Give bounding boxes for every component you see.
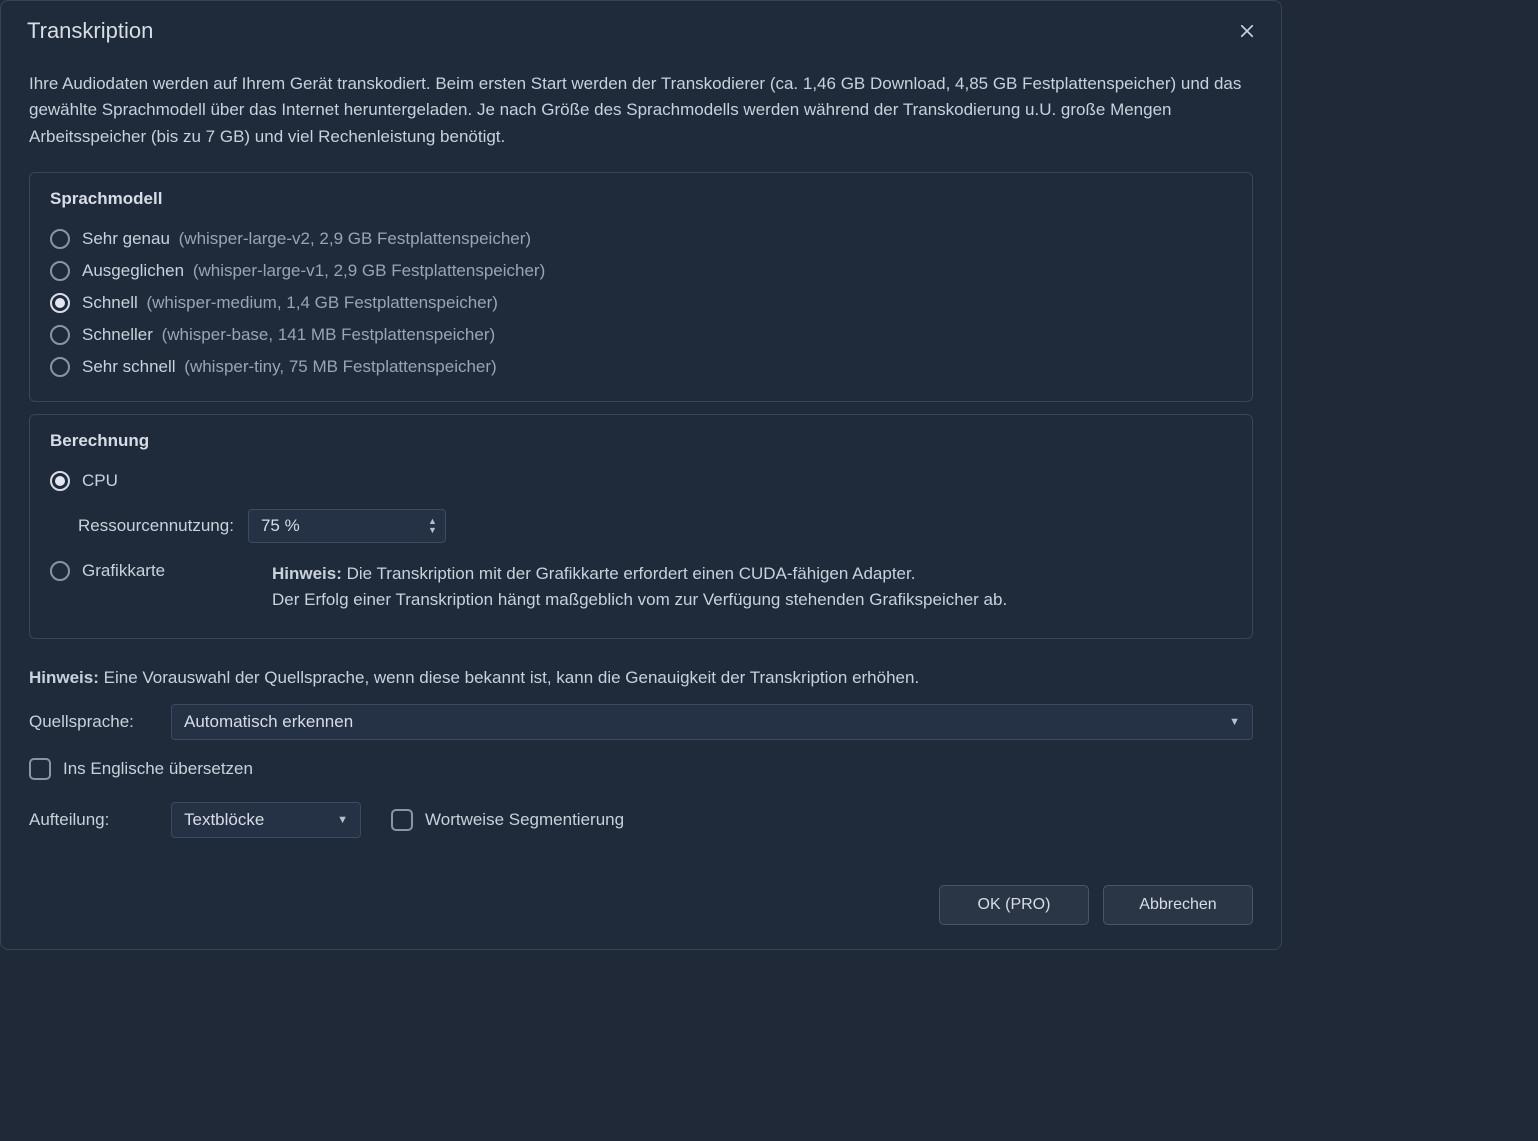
source-lang-row: Quellsprache: Automatisch erkennen ▼ [29, 704, 1253, 740]
dialog-footer: OK (PRO) Abbrechen [1, 885, 1281, 949]
split-row: Aufteilung: Textblöcke ▼ Wortweise Segme… [29, 802, 1253, 838]
close-button[interactable] [1233, 17, 1261, 45]
checkbox-icon [29, 758, 51, 780]
radio-icon [50, 325, 70, 345]
dialog-title: Transkription [27, 18, 153, 44]
model-option-label: Sehr schnell [82, 357, 180, 376]
translate-label: Ins Englische übersetzen [63, 759, 253, 779]
radio-icon [50, 261, 70, 281]
lang-hint-text: Eine Vorauswahl der Quellsprache, wenn d… [99, 668, 919, 687]
radio-icon [50, 229, 70, 249]
lang-hint-label: Hinweis: [29, 668, 99, 687]
compute-cpu-label: CPU [82, 471, 118, 491]
radio-icon [50, 471, 70, 491]
split-value: Textblöcke [184, 810, 264, 830]
source-lang-value: Automatisch erkennen [184, 712, 353, 732]
resource-label: Ressourcennutzung: [78, 516, 234, 536]
transcription-dialog: Transkription Ihre Audiodaten werden auf… [0, 0, 1282, 950]
model-option-hint: (whisper-large-v1, 2,9 GB Festplattenspe… [193, 261, 545, 280]
model-option-label: Schnell [82, 293, 142, 312]
word-seg-checkbox-row[interactable]: Wortweise Segmentierung [391, 809, 624, 831]
chevron-down-icon: ▼ [1229, 716, 1240, 728]
checkbox-icon [391, 809, 413, 831]
compute-group-title: Berechnung [50, 431, 1232, 451]
dialog-body: Ihre Audiodaten werden auf Ihrem Gerät t… [1, 53, 1281, 885]
model-option-hint: (whisper-large-v2, 2,9 GB Festplattenspe… [179, 229, 531, 248]
radio-icon [50, 561, 70, 581]
spinner-down-icon[interactable]: ▼ [428, 526, 437, 535]
model-option-1[interactable]: Ausgeglichen (whisper-large-v1, 2,9 GB F… [50, 255, 1232, 287]
radio-icon [50, 293, 70, 313]
ok-button[interactable]: OK (PRO) [939, 885, 1089, 925]
model-group: Sprachmodell Sehr genau (whisper-large-v… [29, 172, 1253, 402]
source-lang-label: Quellsprache: [29, 712, 157, 732]
compute-group: Berechnung CPU Ressourcennutzung: 75 % ▲… [29, 414, 1253, 639]
model-option-hint: (whisper-base, 141 MB Festplattenspeiche… [162, 325, 496, 344]
model-group-title: Sprachmodell [50, 189, 1232, 209]
spinner-arrows: ▲ ▼ [428, 517, 437, 535]
split-label: Aufteilung: [29, 810, 157, 830]
gpu-hint-text1: Die Transkription mit der Grafikkarte er… [342, 564, 916, 583]
compute-gpu-radio[interactable]: Grafikkarte [50, 561, 260, 581]
model-option-0[interactable]: Sehr genau (whisper-large-v2, 2,9 GB Fes… [50, 223, 1232, 255]
model-option-4[interactable]: Sehr schnell (whisper-tiny, 75 MB Festpl… [50, 351, 1232, 383]
gpu-hint-text2: Der Erfolg einer Transkription hängt maß… [272, 590, 1007, 609]
model-option-2[interactable]: Schnell (whisper-medium, 1,4 GB Festplat… [50, 287, 1232, 319]
lang-hint: Hinweis: Eine Vorauswahl der Quellsprach… [29, 665, 1253, 691]
word-seg-label: Wortweise Segmentierung [425, 810, 624, 830]
titlebar: Transkription [1, 1, 1281, 53]
gpu-hint: Hinweis: Die Transkription mit der Grafi… [272, 561, 1007, 614]
model-option-hint: (whisper-medium, 1,4 GB Festplattenspeic… [146, 293, 497, 312]
translate-checkbox-row[interactable]: Ins Englische übersetzen [29, 758, 1253, 780]
compute-cpu-radio[interactable]: CPU [50, 465, 1232, 497]
resource-spinner[interactable]: 75 % ▲ ▼ [248, 509, 446, 543]
cancel-button[interactable]: Abbrechen [1103, 885, 1253, 925]
model-option-label: Schneller [82, 325, 158, 344]
model-option-hint: (whisper-tiny, 75 MB Festplattenspeicher… [184, 357, 496, 376]
split-select[interactable]: Textblöcke ▼ [171, 802, 361, 838]
close-icon [1238, 22, 1256, 40]
resource-value: 75 % [261, 516, 300, 536]
intro-text: Ihre Audiodaten werden auf Ihrem Gerät t… [29, 71, 1253, 150]
radio-icon [50, 357, 70, 377]
model-option-label: Ausgeglichen [82, 261, 189, 280]
compute-gpu-label: Grafikkarte [82, 561, 165, 581]
model-option-label: Sehr genau [82, 229, 175, 248]
resource-row: Ressourcennutzung: 75 % ▲ ▼ [78, 509, 1232, 543]
chevron-down-icon: ▼ [337, 814, 348, 826]
compute-gpu-row: Grafikkarte Hinweis: Die Transkription m… [50, 555, 1232, 620]
gpu-hint-label: Hinweis: [272, 564, 342, 583]
model-option-3[interactable]: Schneller (whisper-base, 141 MB Festplat… [50, 319, 1232, 351]
source-lang-select[interactable]: Automatisch erkennen ▼ [171, 704, 1253, 740]
